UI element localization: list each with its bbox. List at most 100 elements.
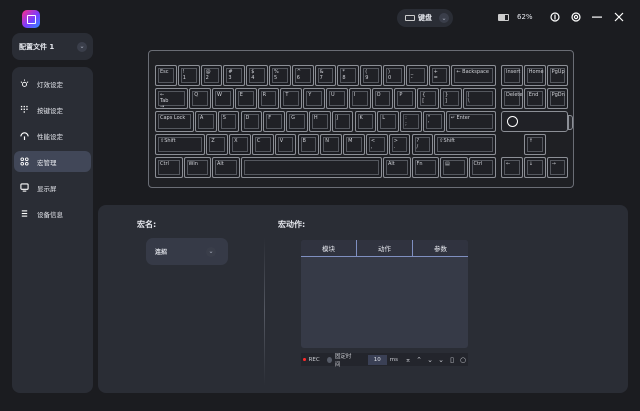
key-symbol[interactable]: ? / bbox=[411, 134, 434, 155]
chevron-down-icon: ⌄ bbox=[439, 13, 449, 23]
key-arrow-left[interactable]: ← bbox=[501, 157, 523, 178]
key-y[interactable]: Y bbox=[303, 88, 325, 109]
key-pgdn[interactable]: PgDn bbox=[546, 88, 569, 109]
key-symbol[interactable]: ← Tab → bbox=[155, 88, 189, 110]
record-dot-icon bbox=[303, 358, 306, 361]
key-2[interactable]: @ 2 bbox=[200, 65, 223, 86]
key-symbol[interactable]: | \ bbox=[462, 88, 496, 109]
key-i[interactable]: I bbox=[348, 88, 371, 109]
sidebar-item-list[interactable]: 设备信息 bbox=[14, 203, 91, 224]
key-delete[interactable]: Delete bbox=[501, 88, 523, 109]
key-m[interactable]: M bbox=[343, 134, 365, 155]
key-arrow-right[interactable]: → bbox=[546, 157, 569, 178]
key-7[interactable]: & 7 bbox=[314, 65, 337, 86]
profile-select[interactable]: 配置文件 1 ⌄ bbox=[12, 33, 93, 60]
key-q[interactable]: Q bbox=[189, 88, 211, 109]
key-enter[interactable]: ↵ Enter bbox=[445, 111, 496, 132]
key-6[interactable]: ^ 6 bbox=[291, 65, 314, 86]
key-4[interactable]: $ 4 bbox=[246, 65, 268, 86]
key-w[interactable]: W bbox=[212, 88, 234, 109]
sidebar-item-keypad[interactable]: 按键设定 bbox=[14, 99, 91, 120]
key-backspace[interactable]: ← Backspace bbox=[451, 65, 496, 86]
key-s[interactable]: S bbox=[217, 111, 240, 132]
sidebar-item-label: 灯效设定 bbox=[37, 80, 63, 89]
key-arrow-up[interactable]: ↑ bbox=[523, 134, 546, 155]
key-arrow-down[interactable]: ↓ bbox=[523, 157, 546, 178]
key-symbol[interactable]: < , bbox=[365, 134, 388, 155]
move-up-icon[interactable]: ⌃ bbox=[414, 356, 424, 364]
key-x[interactable]: X bbox=[229, 134, 251, 155]
key-fn[interactable]: Fn bbox=[411, 157, 439, 178]
minimize-icon[interactable] bbox=[591, 11, 603, 23]
macro-name-select[interactable]: 连招 ⌄ bbox=[146, 238, 228, 265]
key-symbol[interactable]: + = bbox=[428, 65, 451, 86]
key-f[interactable]: F bbox=[263, 111, 286, 132]
device-select[interactable]: 键盘 ⌄ bbox=[397, 9, 453, 27]
key-g[interactable]: G bbox=[286, 111, 308, 132]
key-n[interactable]: N bbox=[320, 134, 343, 155]
fixed-time-toggle[interactable] bbox=[326, 356, 332, 363]
key-insert[interactable]: Insert bbox=[501, 65, 523, 86]
key-symbol[interactable]: _ - bbox=[405, 65, 428, 86]
sidebar-item-label: 按键设定 bbox=[37, 106, 63, 115]
key-z[interactable]: Z bbox=[206, 134, 229, 155]
key-l[interactable]: L bbox=[377, 111, 400, 132]
key-0[interactable]: ) 0 bbox=[383, 65, 405, 86]
key-k[interactable]: K bbox=[354, 111, 377, 132]
key-ctrl[interactable]: Ctrl bbox=[468, 157, 496, 178]
key-shift[interactable]: ⇧Shift bbox=[434, 134, 496, 155]
key-home[interactable]: Home bbox=[523, 65, 546, 86]
key-v[interactable]: V bbox=[274, 134, 297, 155]
key-space[interactable] bbox=[240, 157, 382, 178]
key-end[interactable]: End bbox=[523, 88, 546, 109]
key-shift[interactable]: ⇧Shift bbox=[155, 134, 206, 155]
key-symbol[interactable]: " ' bbox=[422, 111, 445, 132]
clear-icon[interactable]: ○ bbox=[458, 356, 468, 364]
sidebar-item-performance[interactable]: 性能设定 bbox=[14, 125, 91, 146]
key-u[interactable]: U bbox=[326, 88, 348, 109]
key-5[interactable]: % 5 bbox=[269, 65, 291, 86]
key-alt[interactable]: Alt bbox=[212, 157, 240, 178]
key-d[interactable]: D bbox=[240, 111, 263, 132]
key-h[interactable]: H bbox=[308, 111, 331, 132]
key-3[interactable]: # 3 bbox=[223, 65, 246, 86]
knob-wheel[interactable] bbox=[568, 115, 574, 130]
key-symbol[interactable]: : ; bbox=[400, 111, 422, 132]
key-symbol[interactable]: { [ bbox=[417, 88, 439, 109]
battery-percent: 62% bbox=[517, 13, 533, 21]
info-icon[interactable] bbox=[549, 11, 561, 23]
key-8[interactable]: * 8 bbox=[337, 65, 360, 86]
key-e[interactable]: E bbox=[234, 88, 257, 109]
key-esc[interactable]: Esc bbox=[155, 65, 177, 86]
key-t[interactable]: T bbox=[280, 88, 303, 109]
key-1[interactable]: ! 1 bbox=[177, 65, 200, 86]
close-icon[interactable] bbox=[613, 11, 625, 23]
expand-icon[interactable]: ⌄ bbox=[436, 356, 446, 364]
key-9[interactable]: ( 9 bbox=[360, 65, 382, 86]
key-pgup[interactable]: PgUp bbox=[546, 65, 569, 86]
rotary-knob[interactable] bbox=[501, 111, 574, 132]
key-symbol[interactable]: } ] bbox=[440, 88, 462, 109]
key-b[interactable]: B bbox=[297, 134, 320, 155]
key-capslock[interactable]: Caps Lock bbox=[155, 111, 194, 132]
sidebar-item-light[interactable]: 灯效设定 bbox=[14, 73, 91, 94]
key-p[interactable]: P bbox=[394, 88, 417, 109]
key-ctrl[interactable]: Ctrl bbox=[155, 157, 183, 178]
key-j[interactable]: J bbox=[331, 111, 354, 132]
key-r[interactable]: R bbox=[257, 88, 280, 109]
settings-icon[interactable] bbox=[570, 11, 582, 23]
key-a[interactable]: A bbox=[194, 111, 217, 132]
delete-icon[interactable]: ▯ bbox=[447, 356, 457, 364]
sidebar-item-macro[interactable]: 宏管理 bbox=[14, 151, 91, 172]
sidebar-item-display[interactable]: 显示屏 bbox=[14, 177, 91, 198]
key-symbol[interactable]: > . bbox=[388, 134, 411, 155]
move-down-icon[interactable]: ⌄ bbox=[425, 356, 435, 364]
collapse-icon[interactable]: ⌅ bbox=[403, 356, 413, 364]
delay-input[interactable]: 10 bbox=[367, 354, 387, 365]
key-win[interactable]: Win bbox=[183, 157, 211, 178]
key-alt[interactable]: Alt bbox=[383, 157, 411, 178]
record-button[interactable]: REC bbox=[309, 357, 320, 363]
key-o[interactable]: O bbox=[371, 88, 394, 109]
key-symbol[interactable]: ▤ bbox=[440, 157, 468, 178]
key-c[interactable]: C bbox=[251, 134, 274, 155]
